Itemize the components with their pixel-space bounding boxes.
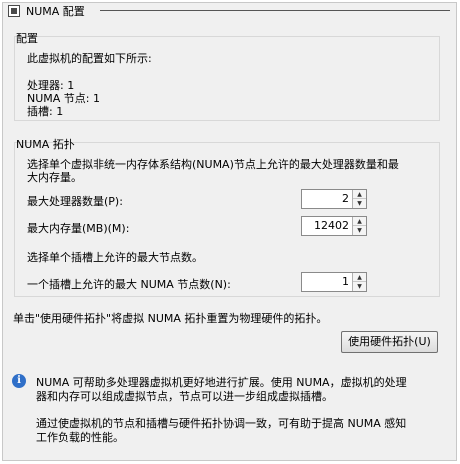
numa-topology-title: NUMA 拓扑 — [16, 138, 75, 151]
numa-node-icon — [8, 5, 20, 17]
hardware-topology-description: 单击"使用硬件拓扑"将虚拟 NUMA 拓扑重置为物理硬件的拓扑。 — [13, 312, 328, 325]
config-sockets: 插槽: 1 — [27, 105, 64, 118]
spin-down-icon[interactable]: ▼ — [353, 282, 366, 291]
spinner-buttons: ▲ ▼ — [352, 273, 366, 291]
socket-description: 选择单个插槽上允许的最大节点数。 — [27, 251, 203, 264]
spin-up-icon[interactable]: ▲ — [353, 273, 366, 282]
spin-up-icon[interactable]: ▲ — [353, 190, 366, 199]
use-hardware-topology-button[interactable]: 使用硬件拓扑(U) — [341, 331, 438, 353]
spin-down-icon[interactable]: ▼ — [353, 199, 366, 208]
topology-description-line1: 选择单个虚拟非统一内存体系结构(NUMA)节点上允许的最大处理器数量和最 — [27, 158, 399, 171]
panel-title: NUMA 配置 — [26, 5, 85, 18]
config-group — [14, 36, 440, 121]
max-processors-value[interactable]: 2 — [342, 192, 349, 205]
max-processors-label: 最大处理器数量(P): — [27, 195, 123, 208]
max-nodes-value[interactable]: 1 — [342, 275, 349, 288]
max-memory-spinner[interactable]: 12402 ▲ ▼ — [301, 216, 367, 236]
max-nodes-spinner[interactable]: 1 ▲ ▼ — [301, 272, 367, 292]
panel-header: NUMA 配置 — [8, 3, 85, 19]
max-processors-spinner[interactable]: 2 ▲ ▼ — [301, 189, 367, 209]
info-paragraph2-line2: 工作负载的性能。 — [36, 431, 124, 444]
info-paragraph1-line2: 器和内存可以组成虚拟节点，节点可以进一步组成虚拟插槽。 — [36, 390, 333, 403]
config-intro: 此虚拟机的配置如下所示: — [27, 52, 152, 65]
spinner-buttons: ▲ ▼ — [352, 217, 366, 235]
title-divider — [100, 10, 450, 11]
spin-up-icon[interactable]: ▲ — [353, 217, 366, 226]
topology-description-line2: 大内存量。 — [27, 171, 82, 184]
max-nodes-label: 一个插槽上允许的最大 NUMA 节点数(N): — [27, 278, 231, 291]
spin-down-icon[interactable]: ▼ — [353, 226, 366, 235]
spinner-buttons: ▲ ▼ — [352, 190, 366, 208]
info-icon: i — [12, 374, 26, 388]
max-memory-value[interactable]: 12402 — [314, 219, 349, 232]
config-group-title: 配置 — [16, 32, 38, 45]
max-memory-label: 最大内存量(MB)(M): — [27, 222, 130, 235]
